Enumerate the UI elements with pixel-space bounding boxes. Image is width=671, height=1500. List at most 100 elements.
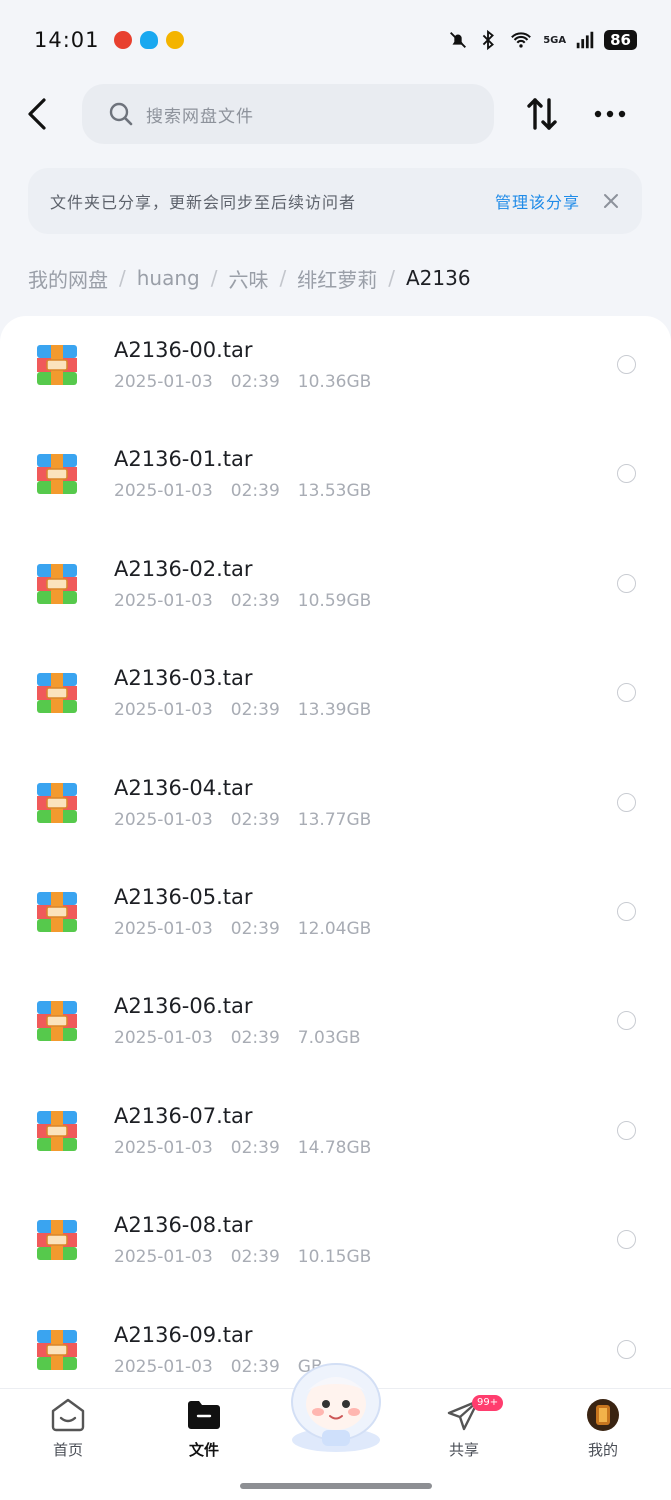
file-row[interactable]: A2136-04.tar 2025-01-03 02:39 13.77GB [0,754,671,863]
mascot-assistant-button[interactable] [276,1352,396,1456]
search-placeholder: 搜索网盘文件 [146,106,254,127]
file-date: 2025-01-03 [114,809,213,830]
file-size: 13.53GB [297,481,372,502]
share-notice-banner: 文件夹已分享，更新会同步至后续访问者 管理该分享 [28,168,642,234]
file-meta: 2025-01-03 02:39 13.77GB [114,810,389,830]
tomato-app-icon [113,31,132,49]
file-meta: 2025-01-03 02:39 13.53GB [114,481,389,501]
file-time: 02:39 [230,919,280,939]
file-date: 2025-01-03 [114,700,213,721]
file-meta: 2025-01-03 02:39 12.04GB [114,919,389,939]
tab-files[interactable]: 文件 [164,1397,244,1461]
file-name: A2136-06.tar [114,994,253,1019]
tab-share[interactable]: 99+ 共享 [424,1395,504,1461]
select-radio[interactable] [617,1011,636,1031]
tab-label: 文件 [188,1441,219,1459]
archive-file-icon [37,782,77,823]
file-size: 10.36GB [297,372,372,392]
file-date: 2025-01-03 [114,919,213,939]
file-time: 02:39 [230,481,280,502]
battery-level: 86 [604,30,637,50]
file-date: 2025-01-03 [114,590,213,611]
select-radio[interactable] [617,1230,636,1250]
tab-label: 首页 [52,1441,83,1459]
breadcrumb-my-drive[interactable]: 我的网盘 [28,264,108,293]
breadcrumb-folder[interactable]: huang [137,266,200,290]
file-time: 02:39 [230,700,280,721]
tab-me[interactable]: 我的 [563,1397,643,1461]
file-size: 10.59GB [297,590,372,611]
file-date: 2025-01-03 [114,1247,213,1268]
select-radio[interactable] [617,573,636,593]
file-date: 2025-01-03 [114,1356,213,1377]
select-radio[interactable] [617,902,636,921]
breadcrumb-separator: / [210,266,218,290]
wifi-icon [511,32,532,48]
select-radio[interactable] [617,464,636,484]
file-time: 02:39 [230,1247,280,1268]
avatar [587,1399,619,1431]
qq-icon [139,31,158,49]
file-name: A2136-07.tar [114,1103,253,1128]
file-meta: 2025-01-03 02:39 10.36GB [114,372,389,392]
breadcrumb-folder[interactable]: 六味 [228,264,268,293]
weibo-icon [165,31,184,49]
file-time: 02:39 [230,590,280,611]
select-radio[interactable] [617,1120,636,1140]
file-date: 2025-01-03 [114,372,213,392]
archive-file-icon [37,1110,77,1151]
home-icon [51,1398,85,1432]
file-meta: 2025-01-03 02:39 10.59GB [114,591,389,611]
breadcrumb-separator: / [388,266,395,290]
archive-file-icon [37,345,77,385]
archive-file-icon [37,1220,77,1261]
select-radio[interactable] [617,683,636,703]
archive-file-icon [37,892,77,932]
archive-file-icon [37,1001,77,1042]
back-arrow-icon[interactable] [20,94,56,134]
manage-share-link[interactable]: 管理该分享 [495,189,580,213]
file-meta: 2025-01-03 02:39 13.39GB [114,700,389,720]
file-row[interactable]: A2136-00.tar 2025-01-03 02:39 10.36GB [0,316,671,425]
close-icon[interactable] [602,192,620,210]
home-indicator [240,1483,432,1489]
select-radio[interactable] [617,792,636,812]
more-options-icon[interactable] [590,94,630,134]
file-row[interactable]: A2136-02.tar 2025-01-03 02:39 10.59GB [0,535,671,644]
file-row[interactable]: A2136-05.tar 2025-01-03 02:39 12.04GB [0,863,671,972]
file-row[interactable]: A2136-01.tar 2025-01-03 02:39 13.53GB [0,425,671,534]
folder-icon [188,1401,220,1429]
file-size: 13.77GB [297,809,372,830]
tab-home[interactable]: 首页 [28,1397,108,1461]
file-row[interactable]: A2136-06.tar 2025-01-03 02:39 7.03GB [0,972,671,1081]
mute-bell-icon [450,32,467,48]
file-name: A2136-01.tar [114,447,253,472]
header: 搜索网盘文件 [0,80,671,150]
file-row[interactable]: A2136-03.tar 2025-01-03 02:39 13.39GB [0,644,671,753]
status-indicators: 5GA 86 [447,29,637,51]
file-date: 2025-01-03 [114,481,213,502]
breadcrumb: 我的网盘 / huang / 六味 / 绯红萝莉 / A2136 [28,258,471,298]
file-date: 2025-01-03 [114,1137,213,1158]
status-bar: 14:01 5GA 86 [0,0,671,80]
select-radio[interactable] [617,355,636,374]
file-row[interactable]: A2136-07.tar 2025-01-03 02:39 14.78GB [0,1082,671,1191]
share-notice-text: 文件夹已分享，更新会同步至后续访问者 [50,193,357,212]
search-input[interactable]: 搜索网盘文件 [82,84,494,144]
archive-file-icon [37,673,77,714]
file-row[interactable]: A2136-08.tar 2025-01-03 02:39 10.15GB [0,1191,671,1300]
file-list: A2136-00.tar 2025-01-03 02:39 10.36GB A213… [0,316,671,1388]
file-size: 13.39GB [297,700,372,721]
archive-file-icon [37,454,77,495]
select-radio[interactable] [617,1339,636,1359]
file-name: A2136-08.tar [114,1213,253,1238]
notification-badge: 99+ [472,1395,504,1411]
file-name: A2136-09.tar [114,1322,253,1347]
sort-icon[interactable] [524,94,560,134]
signal-icon [576,31,594,49]
file-name: A2136-04.tar [114,775,253,800]
archive-file-icon [37,563,77,604]
breadcrumb-folder[interactable]: 绯红萝莉 [297,264,377,293]
tab-label: 我的 [587,1441,618,1459]
search-icon [109,102,133,126]
